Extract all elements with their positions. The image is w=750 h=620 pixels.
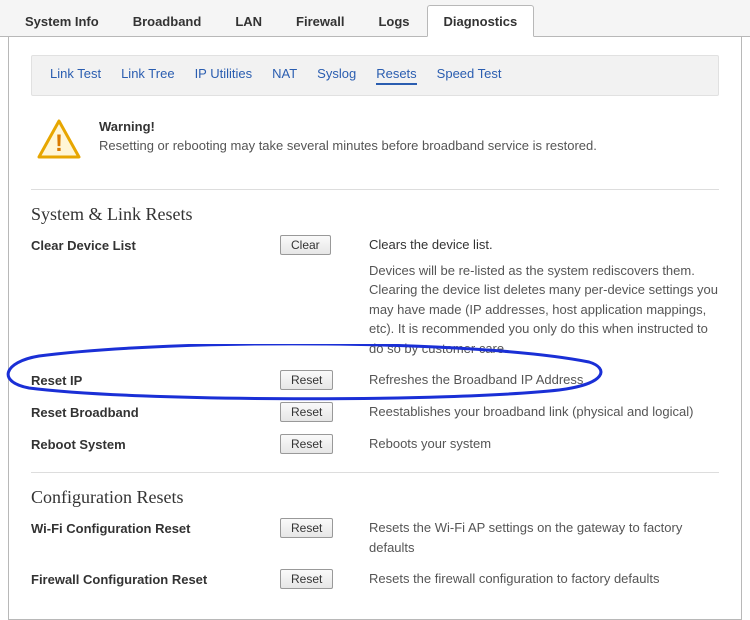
label-reboot-system: Reboot System xyxy=(31,434,266,452)
tab-logs[interactable]: Logs xyxy=(361,5,426,37)
summary-clear-device: Clears the device list. xyxy=(369,235,719,255)
subtab-nat[interactable]: NAT xyxy=(272,66,297,85)
system-link-grid: Clear Device List Clear Clears the devic… xyxy=(31,235,719,454)
subtab-link-tree[interactable]: Link Tree xyxy=(121,66,174,85)
subtab-syslog[interactable]: Syslog xyxy=(317,66,356,85)
subtab-speed-test[interactable]: Speed Test xyxy=(437,66,502,85)
label-firewall-config-reset: Firewall Configuration Reset xyxy=(31,569,266,587)
desc-reboot-system: Reboots your system xyxy=(369,434,719,454)
desc-clear-device-list: Clears the device list. Devices will be … xyxy=(369,235,719,358)
configuration-grid: Wi-Fi Configuration Reset Reset Resets t… xyxy=(31,518,719,589)
section-configuration-resets: Configuration Resets xyxy=(31,487,719,508)
divider xyxy=(31,472,719,473)
warning-title: Warning! xyxy=(99,119,597,134)
warning-message: Resetting or rebooting may take several … xyxy=(99,138,597,153)
reset-ip-button[interactable]: Reset xyxy=(280,370,333,390)
detail-clear-device: Devices will be re-listed as the system … xyxy=(369,261,719,359)
tab-diagnostics[interactable]: Diagnostics xyxy=(427,5,535,37)
divider xyxy=(31,189,719,190)
label-reset-ip: Reset IP xyxy=(31,370,266,388)
subtab-link-test[interactable]: Link Test xyxy=(50,66,101,85)
subtab-resets[interactable]: Resets xyxy=(376,66,416,85)
subtab-ip-utilities[interactable]: IP Utilities xyxy=(195,66,253,85)
wifi-config-reset-button[interactable]: Reset xyxy=(280,518,333,538)
label-clear-device-list: Clear Device List xyxy=(31,235,266,253)
warning-icon: ! xyxy=(37,119,81,159)
label-wifi-config-reset: Wi-Fi Configuration Reset xyxy=(31,518,266,536)
desc-reset-broadband: Reestablishes your broadband link (physi… xyxy=(369,402,719,422)
clear-button[interactable]: Clear xyxy=(280,235,331,255)
main-tab-bar: System Info Broadband LAN Firewall Logs … xyxy=(0,0,750,37)
warning-text: Warning! Resetting or rebooting may take… xyxy=(99,119,597,153)
sub-tab-bar: Link Test Link Tree IP Utilities NAT Sys… xyxy=(31,55,719,96)
tab-system-info[interactable]: System Info xyxy=(8,5,116,37)
firewall-config-reset-button[interactable]: Reset xyxy=(280,569,333,589)
diagnostics-panel: Link Test Link Tree IP Utilities NAT Sys… xyxy=(8,37,742,620)
label-reset-broadband: Reset Broadband xyxy=(31,402,266,420)
svg-text:!: ! xyxy=(55,130,63,157)
reboot-system-button[interactable]: Reset xyxy=(280,434,333,454)
reset-broadband-button[interactable]: Reset xyxy=(280,402,333,422)
tab-lan[interactable]: LAN xyxy=(218,5,279,37)
section-system-link-resets: System & Link Resets xyxy=(31,204,719,225)
desc-reset-ip: Refreshes the Broadband IP Address xyxy=(369,370,719,390)
desc-wifi-config-reset: Resets the Wi-Fi AP settings on the gate… xyxy=(369,518,719,557)
tab-firewall[interactable]: Firewall xyxy=(279,5,361,37)
tab-broadband[interactable]: Broadband xyxy=(116,5,219,37)
desc-firewall-config-reset: Resets the firewall configuration to fac… xyxy=(369,569,719,589)
warning-row: ! Warning! Resetting or rebooting may ta… xyxy=(31,116,719,181)
